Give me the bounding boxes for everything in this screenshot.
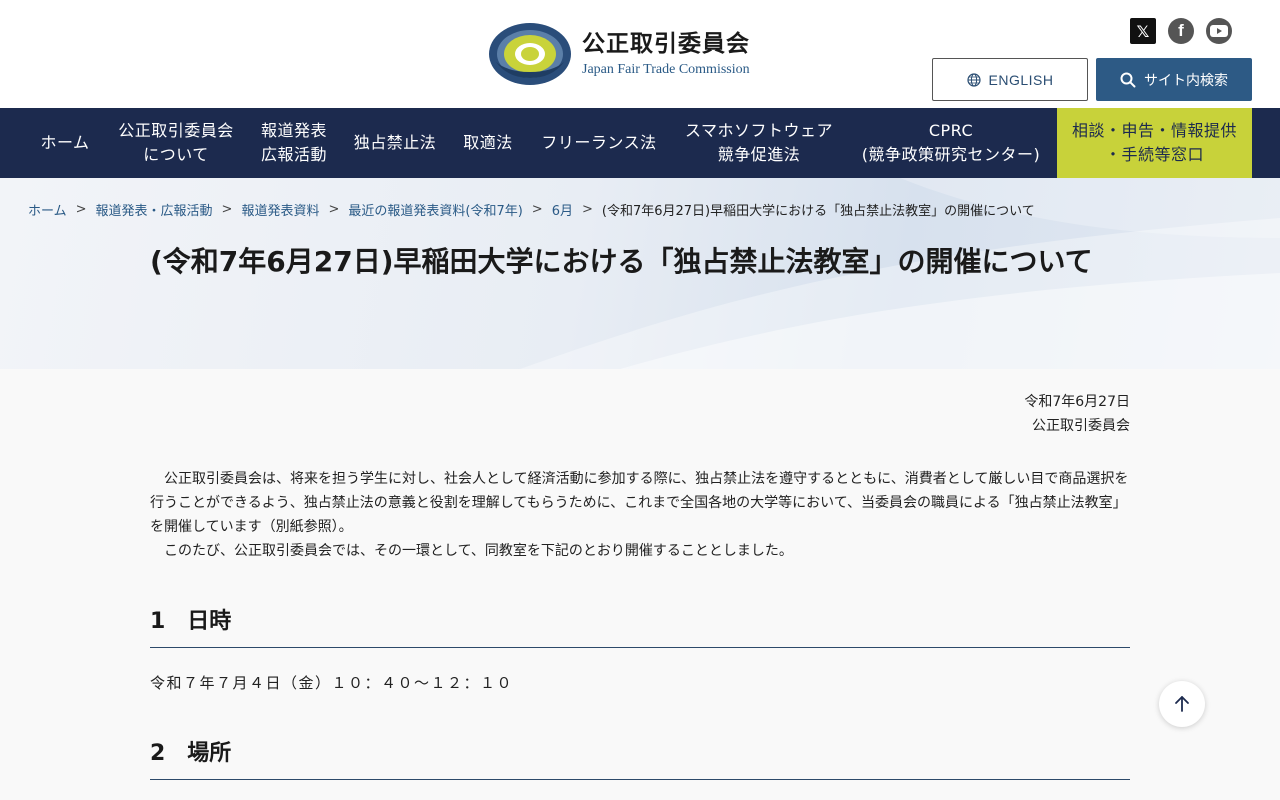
globe-icon	[966, 72, 981, 87]
breadcrumb-separator: >	[221, 202, 233, 217]
body-paragraph: このたび、公正取引委員会では、その一環として、同教室を下記のとおり開催することと…	[164, 543, 793, 559]
breadcrumb: ホーム > 報道発表・広報活動 > 報道発表資料 > 最近の報道発表資料(令和7…	[28, 200, 1035, 219]
back-to-top-button[interactable]	[1159, 681, 1205, 727]
facebook-glyph: f	[1178, 21, 1184, 40]
breadcrumb-separator: >	[531, 202, 543, 217]
release-date: 令和7年6月27日	[1024, 394, 1130, 410]
body-text: 公正取引委員会は、将来を担う学生に対し、社会人として経済活動に参加する際に、独占…	[150, 467, 1130, 563]
site-logo[interactable]: 公正取引委員会 Japan Fair Trade Commission	[488, 22, 750, 86]
global-nav: ホーム 公正取引委員会 について 報道発表広報活動 独占禁止法 取適法 フリーラン…	[0, 108, 1280, 178]
nav-label: 相談・申告・情報提供	[1071, 121, 1237, 140]
breadcrumb-link[interactable]: 報道発表・広報活動	[96, 200, 213, 219]
breadcrumb-link[interactable]: 最近の報道発表資料(令和7年)	[348, 200, 522, 219]
nav-label: 広報活動	[260, 145, 327, 164]
social-links: 𝕏 f	[1130, 18, 1232, 44]
release-issuer: 公正取引委員会	[1032, 418, 1130, 434]
search-label: サイト内検索	[1144, 72, 1228, 89]
nav-item-home[interactable]: ホーム	[28, 108, 102, 178]
nav-label: CPRC	[928, 121, 974, 140]
breadcrumb-current: (令和7年6月27日)早稲田大学における「独占禁止法教室」の開催について	[601, 204, 1035, 219]
section-text-datetime: 令和７年７月４日（金）１０：４０〜１２：１０	[150, 674, 514, 692]
nav-label: スマホソフトウェア	[684, 121, 834, 140]
nav-label: について	[143, 145, 209, 164]
breadcrumb-separator: >	[75, 202, 87, 217]
nav-item-freelance[interactable]: フリーランス法	[530, 108, 668, 178]
site-header: 公正取引委員会 Japan Fair Trade Commission 𝕏 f …	[0, 0, 1280, 108]
section-heading-datetime: 1 日時	[150, 600, 1130, 648]
release-info: 令和7年6月27日 公正取引委員会	[1024, 390, 1130, 438]
search-icon	[1120, 72, 1136, 87]
breadcrumb-separator: >	[328, 202, 340, 217]
breadcrumb-separator: >	[581, 202, 593, 217]
nav-label: 公正取引委員会	[118, 121, 234, 140]
arrow-up-icon	[1175, 696, 1189, 712]
nav-label: フリーランス法	[541, 133, 657, 152]
youtube-icon[interactable]	[1206, 18, 1232, 44]
nav-item-smartphone[interactable]: スマホソフトウェア 競争促進法	[674, 108, 844, 178]
site-search-button[interactable]: サイト内検索	[1096, 58, 1252, 101]
nav-label: 取適法	[463, 133, 513, 152]
nav-item-antimonopoly[interactable]: 独占禁止法	[344, 108, 446, 178]
nav-item-about[interactable]: 公正取引委員会 について	[108, 108, 244, 178]
body-paragraph: 公正取引委員会は、将来を担う学生に対し、社会人として経済活動に参加する際に、独占…	[150, 471, 1129, 535]
nav-item-consultation[interactable]: 相談・申告・情報提供 ・手続等窓口	[1057, 108, 1252, 178]
nav-label: 報道発表	[260, 121, 327, 140]
english-button[interactable]: ENGLISH	[932, 58, 1088, 101]
nav-label: ・手続等窓口	[1104, 145, 1204, 164]
x-glyph: 𝕏	[1136, 21, 1150, 41]
nav-item-subcontract[interactable]: 取適法	[452, 108, 524, 178]
breadcrumb-link[interactable]: 6月	[552, 200, 573, 219]
nav-item-press[interactable]: 報道発表 広報活動	[250, 108, 338, 178]
breadcrumb-link[interactable]: 報道発表資料	[241, 200, 319, 219]
nav-label: 独占禁止法	[353, 133, 437, 152]
nav-item-cprc[interactable]: CPRC (競争政策研究センター)	[850, 108, 1052, 178]
english-label: ENGLISH	[988, 71, 1054, 88]
nav-label: 競争促進法	[717, 145, 801, 164]
youtube-play-icon	[1210, 25, 1228, 37]
breadcrumb-link[interactable]: ホーム	[28, 200, 67, 219]
org-name-en: Japan Fair Trade Commission	[582, 62, 750, 77]
x-twitter-icon[interactable]: 𝕏	[1130, 18, 1156, 44]
org-name-ja: 公正取引委員会	[582, 31, 750, 57]
page-hero: ホーム > 報道発表・広報活動 > 報道発表資料 > 最近の報道発表資料(令和7…	[0, 178, 1280, 369]
page-title: (令和7年6月27日)早稲田大学における「独占禁止法教室」の開催について	[150, 245, 1093, 278]
jftc-emblem-icon	[489, 23, 571, 85]
nav-label: ホーム	[40, 133, 90, 152]
facebook-icon[interactable]: f	[1168, 18, 1194, 44]
nav-label: (競争政策研究センター)	[861, 145, 1041, 164]
section-heading-place: 2 場所	[150, 732, 1130, 780]
